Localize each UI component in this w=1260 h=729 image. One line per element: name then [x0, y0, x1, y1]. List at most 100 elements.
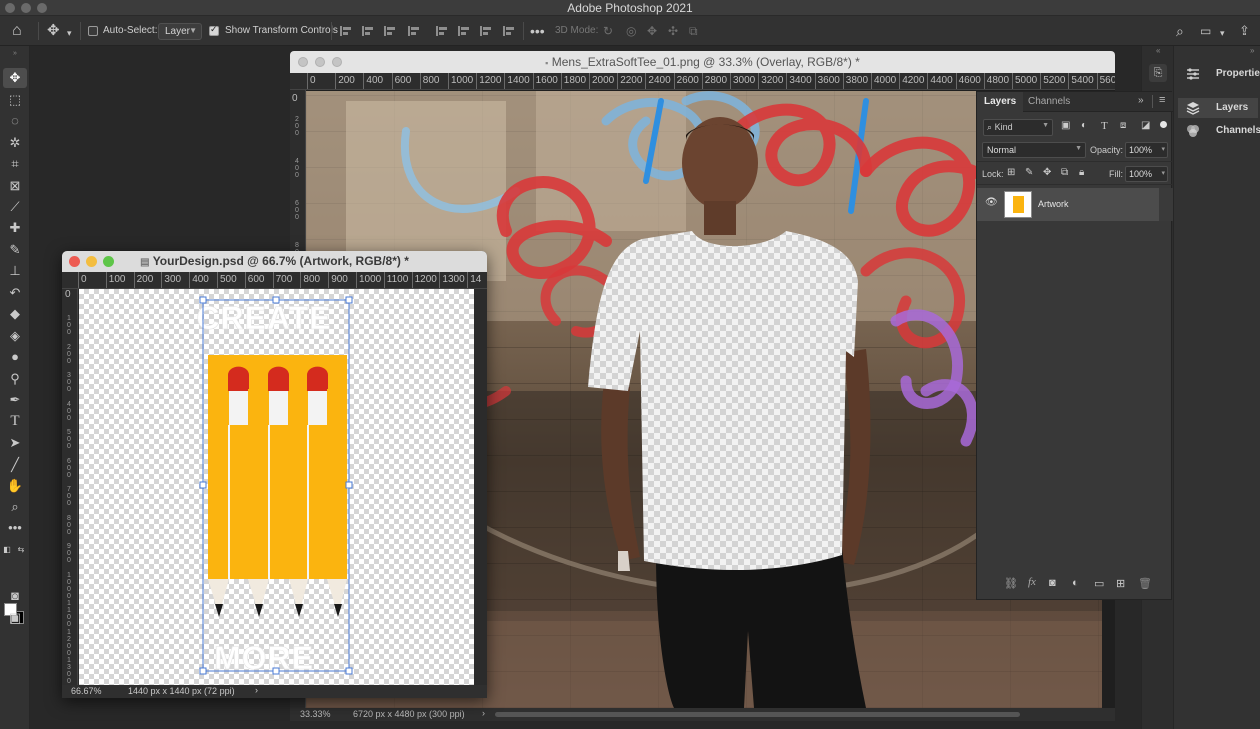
filter-adjustment-icon[interactable]: ◐ [1081, 120, 1087, 131]
path-selection-tool-icon[interactable]: ➤ [3, 433, 27, 453]
dodge-tool-icon[interactable]: ⚲ [3, 369, 27, 389]
add-mask-icon[interactable]: ◙ [1049, 577, 1056, 589]
main-status-more-icon[interactable]: › [482, 708, 485, 718]
main-zoom-level[interactable]: 33.33% [300, 709, 331, 719]
collapse-toolbar-icon[interactable]: » [3, 44, 27, 64]
fill-input[interactable]: 100% ▾ [1125, 166, 1168, 182]
channels-panel-tab[interactable]: Channels [1178, 121, 1260, 141]
blur-tool-icon[interactable]: ● [3, 347, 27, 367]
3d-scale-icon[interactable]: ⧉ [689, 24, 698, 39]
edit-toolbar-icon[interactable]: ••• [3, 518, 27, 538]
new-layer-icon[interactable]: ⊞ [1116, 577, 1125, 590]
eyedropper-tool-icon[interactable]: ⟋ [3, 197, 27, 217]
filter-type-icon[interactable]: T [1101, 120, 1108, 132]
chevron-down-icon[interactable]: ▾ [67, 25, 72, 41]
clone-stamp-tool-icon[interactable]: ⊥ [3, 261, 27, 281]
auto-select-checkbox[interactable] [88, 26, 98, 36]
align-top-icon[interactable] [436, 26, 447, 36]
quick-mask-icon[interactable]: ◙ [3, 586, 27, 606]
blend-mode-dropdown[interactable]: Normal ▼ [982, 142, 1086, 158]
3d-pan-icon[interactable]: ✥ [647, 24, 657, 38]
filter-smart-object-icon[interactable]: ◪ [1141, 120, 1150, 131]
properties-panel-tab[interactable]: Properties [1178, 64, 1260, 84]
tab-layers[interactable]: Layers [977, 92, 1024, 112]
lock-artboard-icon[interactable]: ⧉ [1061, 167, 1068, 178]
workspace-icon[interactable]: ▭ [1200, 23, 1211, 39]
filter-kind-dropdown[interactable]: ⌕ Kind ▼ [983, 119, 1053, 136]
design-zoom-level[interactable]: 66.67% [71, 686, 102, 696]
paint-bucket-tool-icon[interactable]: ◈ [3, 326, 27, 346]
frame-tool-icon[interactable]: ⊠ [3, 176, 27, 196]
filter-shape-icon[interactable]: ⧈ [1120, 120, 1126, 131]
show-transform-checkbox[interactable] [209, 24, 219, 36]
zoom-tool-icon[interactable]: ⌕ [3, 497, 27, 517]
ruler-tick-label: 4200 [899, 73, 925, 89]
main-horizontal-scrollbar[interactable] [495, 712, 1020, 717]
type-tool-icon[interactable]: T [3, 411, 27, 431]
layer-style-icon[interactable]: fx [1028, 576, 1036, 588]
3d-orbit-icon[interactable]: ↻ [603, 24, 613, 38]
search-icon[interactable]: ⌕ [1176, 23, 1184, 39]
opacity-input[interactable]: 100% ▾ [1125, 142, 1168, 158]
collapse-dock-icon[interactable]: » [1250, 46, 1254, 55]
screen-mode-icon[interactable]: ▣ [3, 608, 27, 628]
design-status-more-icon[interactable]: › [255, 685, 258, 695]
panel-menu-icon[interactable]: ≡ [1159, 94, 1165, 106]
lock-all-icon[interactable]: 🔒︎ [1079, 167, 1084, 178]
ruler-tick-label: 200 [335, 73, 355, 89]
filter-toggle-icon[interactable] [1160, 121, 1167, 128]
brush-tool-icon[interactable]: ✎ [3, 240, 27, 260]
align-left-icon[interactable] [340, 26, 351, 36]
design-document-titlebar[interactable]: ▤ YourDesign.psd @ 66.7% (Artwork, RGB/8… [62, 251, 487, 272]
right-panel-dock: » Properties Layers Channels [1173, 46, 1260, 729]
3d-roll-icon[interactable]: ◎ [626, 24, 636, 38]
auto-select-target-dropdown[interactable]: Layer ▼ [158, 23, 202, 40]
move-tool-icon[interactable]: ✥ [3, 68, 27, 88]
distribute-horizontal-icon[interactable] [408, 26, 419, 36]
delete-layer-icon[interactable]: 🗑︎ [1138, 577, 1152, 590]
expand-panels-icon[interactable]: « [1156, 46, 1160, 55]
align-right-icon[interactable] [384, 26, 395, 36]
3d-slide-icon[interactable]: ✣ [668, 24, 678, 38]
lock-image-icon[interactable]: ✎ [1025, 167, 1033, 178]
magic-wand-tool-icon[interactable]: ✲ [3, 133, 27, 153]
layer-row-artwork[interactable]: 👁︎ Artwork [977, 188, 1160, 221]
main-document-titlebar[interactable]: ▪ Mens_ExtraSoftTee_01.png @ 33.3% (Over… [290, 51, 1115, 73]
ruler-tick-label: 3800 [842, 73, 869, 89]
crop-tool-icon[interactable]: ⌗ [3, 154, 27, 174]
align-bottom-icon[interactable] [480, 26, 491, 36]
lock-transparent-icon[interactable]: ⊞ [1007, 167, 1015, 178]
marquee-tool-icon[interactable]: ⬚ [3, 90, 27, 110]
ruler-tick-label: 1300 [67, 657, 71, 685]
align-middle-icon[interactable] [458, 26, 469, 36]
adjustment-layer-icon[interactable]: ◐ [1072, 577, 1079, 589]
layers-panel-tab[interactable]: Layers [1178, 98, 1258, 118]
filter-pixel-icon[interactable]: ▣ [1061, 120, 1070, 131]
share-icon[interactable]: ⇪ [1239, 23, 1250, 39]
layers-scrollbar[interactable] [1159, 188, 1173, 221]
link-layers-icon[interactable]: ⛓︎ [1004, 577, 1018, 590]
home-icon[interactable]: ⌂ [12, 23, 22, 39]
eraser-tool-icon[interactable]: ◆ [3, 304, 27, 324]
ruler-tick-label: 1100 [383, 272, 409, 288]
collapse-panel-icon[interactable]: » [1138, 95, 1144, 106]
history-brush-tool-icon[interactable]: ↶ [3, 283, 27, 303]
tab-channels[interactable]: Channels [1021, 92, 1077, 112]
swap-colors-icon[interactable]: ⇆ [16, 540, 26, 560]
new-group-icon[interactable]: ▭ [1094, 577, 1104, 590]
distribute-vertical-icon[interactable] [503, 26, 514, 36]
eye-icon[interactable]: 👁︎ [985, 197, 998, 208]
more-options-icon[interactable]: ••• [530, 23, 545, 39]
healing-brush-tool-icon[interactable]: ✚ [3, 218, 27, 238]
ruler-tick-label: 800 [67, 514, 71, 536]
hand-tool-icon[interactable]: ✋ [3, 476, 27, 496]
default-colors-icon[interactable]: ◧ [2, 540, 12, 560]
history-panel-icon[interactable]: ⎘ [1149, 64, 1167, 82]
chevron-down-icon[interactable]: ▾ [1220, 25, 1225, 41]
align-center-icon[interactable] [362, 26, 373, 36]
line-tool-icon[interactable]: ╱ [3, 455, 27, 475]
lock-position-icon[interactable]: ✥ [1043, 167, 1051, 178]
pen-tool-icon[interactable]: ✒ [3, 390, 27, 410]
move-tool-icon[interactable]: ✥ [47, 23, 60, 39]
lasso-tool-icon[interactable]: ◌ [3, 111, 27, 131]
